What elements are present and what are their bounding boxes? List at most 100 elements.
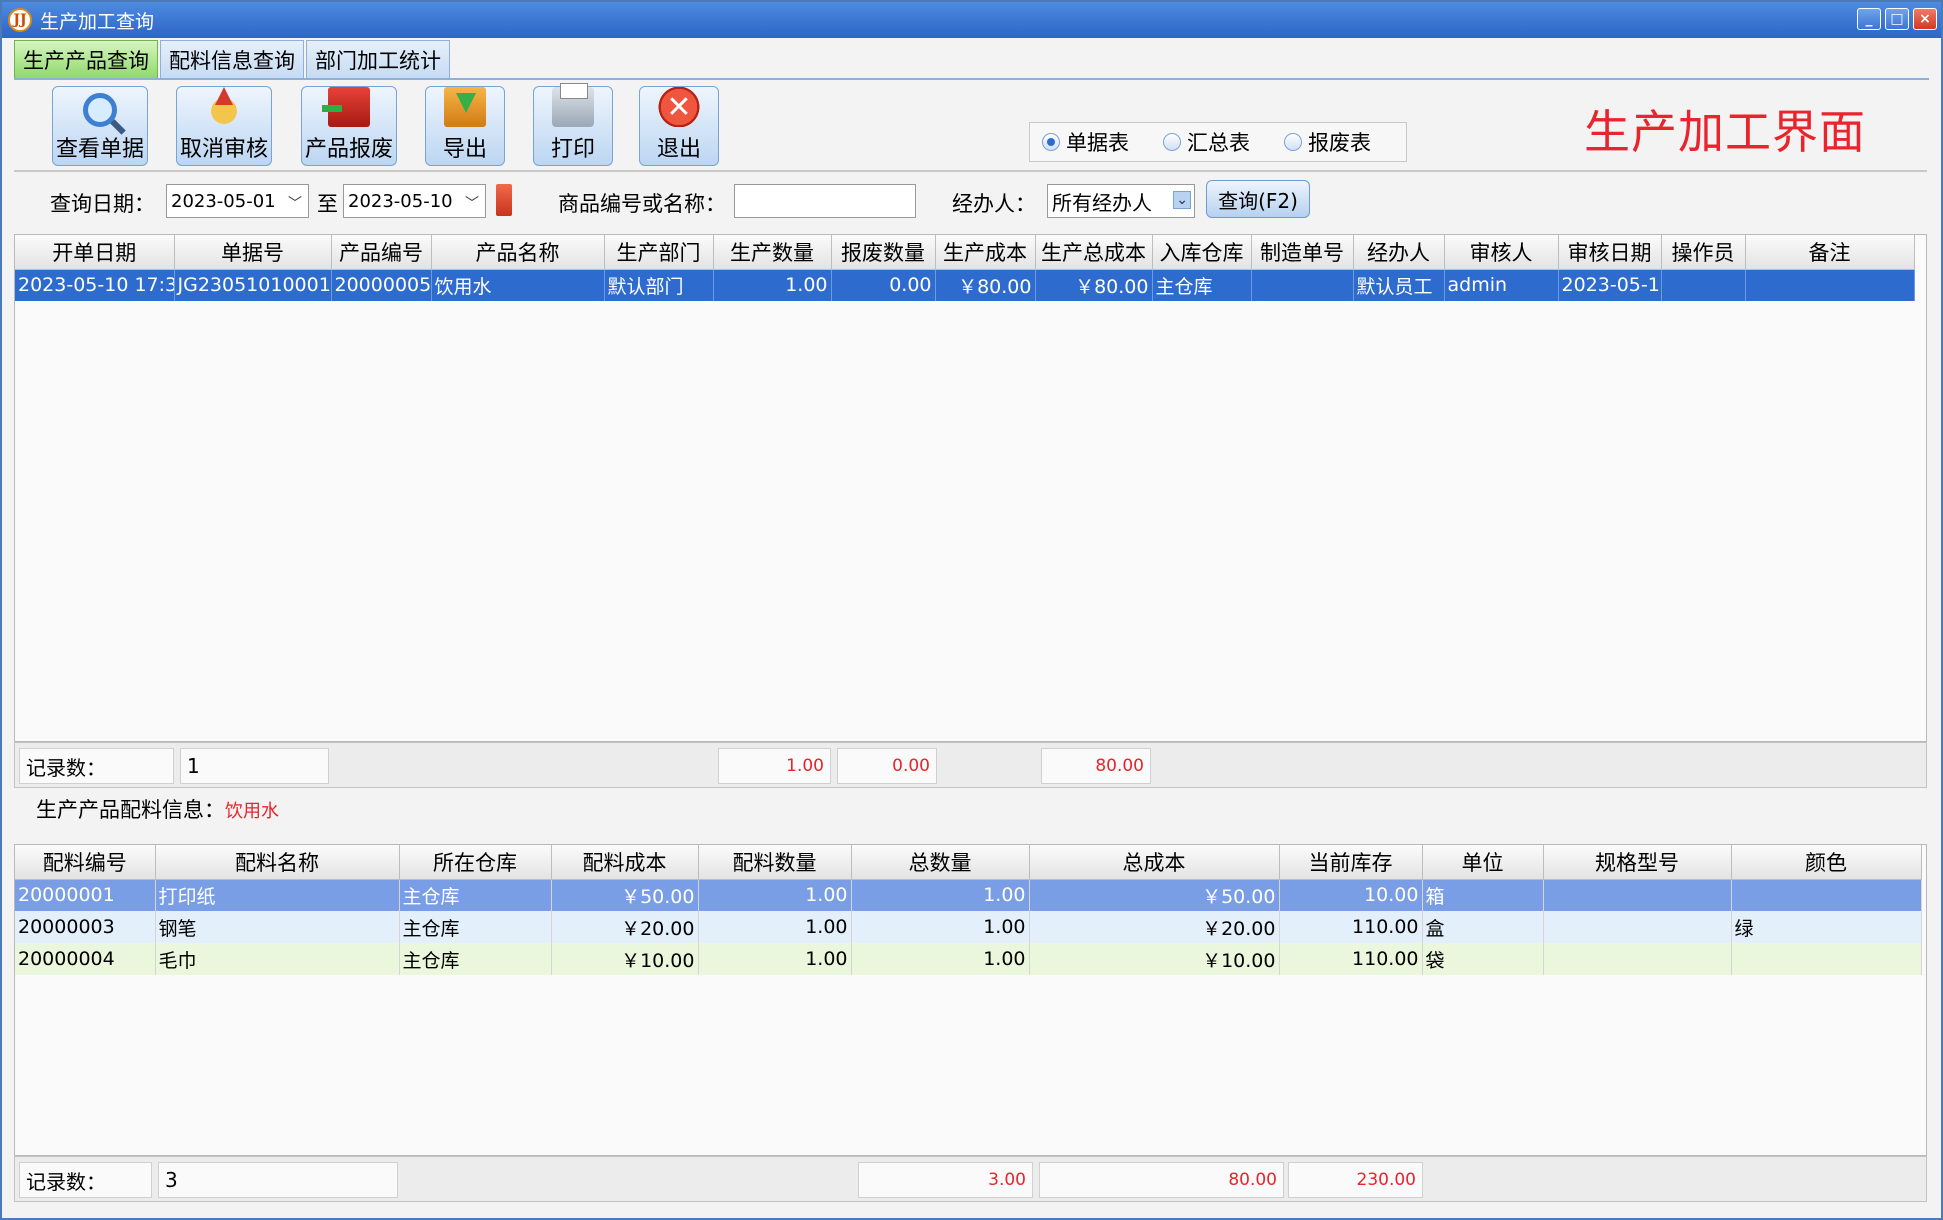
agent-value: 所有经办人: [1052, 190, 1152, 215]
radio-scrap-table[interactable]: 报废表: [1284, 127, 1371, 157]
material-header-5[interactable]: 总数量: [851, 845, 1030, 880]
date-to-picker[interactable]: 2023-05-10 ﹀: [343, 184, 486, 218]
export-icon: [444, 87, 486, 127]
main-header-5[interactable]: 生产数量: [713, 235, 832, 270]
product-label: 商品编号或名称：: [558, 192, 726, 216]
record-count-label: 记录数：: [19, 1162, 152, 1198]
main-header-1[interactable]: 单据号: [174, 235, 332, 270]
date-label: 查询日期：: [50, 192, 155, 216]
close-button[interactable]: ×: [1913, 8, 1937, 30]
exit-button[interactable]: ✕ 退出: [639, 86, 719, 166]
chevron-down-icon: ⌄: [1173, 191, 1191, 209]
material-header-8[interactable]: 单位: [1422, 845, 1544, 880]
table-cell: [1731, 879, 1922, 911]
table-cell: [1661, 269, 1746, 301]
print-button[interactable]: 打印: [533, 83, 613, 166]
tab-department-stats[interactable]: 部门加工统计: [306, 40, 450, 78]
main-header-2[interactable]: 产品编号: [331, 235, 432, 270]
main-header-14[interactable]: 操作员: [1661, 235, 1746, 270]
date-from-picker[interactable]: 2023-05-01 ﹀: [166, 184, 309, 218]
material-header-10[interactable]: 颜色: [1731, 845, 1922, 880]
calendar-icon[interactable]: [496, 184, 512, 216]
material-info-label: 生产产品配料信息：饮用水: [36, 794, 279, 824]
cancel-audit-button[interactable]: 取消审核: [176, 86, 272, 166]
export-button[interactable]: 导出: [425, 86, 505, 166]
table-row[interactable]: 2023-05-10 17:38 JG23051010001 20000005 饮用水…: [15, 269, 1915, 301]
main-header-3[interactable]: 产品名称: [431, 235, 605, 270]
main-footer: 记录数： 1 1.00 0.00 80.00: [14, 742, 1927, 788]
tab-material-query[interactable]: 配料信息查询: [160, 40, 304, 78]
table-cell: ￥50.00: [1029, 879, 1280, 911]
table-cell: ￥20.00: [551, 911, 699, 943]
print-label: 打印: [550, 137, 595, 162]
table-cell: 毛巾: [155, 943, 400, 975]
material-header-6[interactable]: 总成本: [1029, 845, 1280, 880]
total-stock: 230.00: [1288, 1162, 1423, 1198]
report-type-group: 单据表 汇总表 报废表: [1029, 122, 1407, 162]
material-header-3[interactable]: 配料成本: [551, 845, 699, 880]
material-footer: 记录数： 3 3.00 80.00 230.00: [14, 1156, 1927, 1202]
minimize-button[interactable]: _: [1857, 8, 1881, 30]
table-cell: ￥80.00: [1035, 269, 1153, 301]
main-header-11[interactable]: 经办人: [1353, 235, 1445, 270]
query-bar: 查询日期： 2023-05-01 ﹀ 至 2023-05-10 ﹀ 商品编号或名…: [14, 174, 1927, 228]
date-from-value: 2023-05-01: [171, 190, 276, 212]
app-window: JJ 生产加工查询 _ □ × 生产产品查询 配料信息查询 部门加工统计 查看单…: [0, 0, 1943, 1220]
agent-select[interactable]: 所有经办人 ⌄: [1047, 184, 1195, 218]
radio-document-table[interactable]: 单据表: [1042, 127, 1129, 157]
material-header-0[interactable]: 配料编号: [15, 845, 156, 880]
main-header-15[interactable]: 备注: [1745, 235, 1915, 270]
product-search-input[interactable]: [734, 184, 916, 218]
maximize-button[interactable]: □: [1885, 8, 1909, 30]
tab-divider: [14, 78, 1929, 80]
table-cell: 1.00: [698, 879, 852, 911]
main-header-4[interactable]: 生产部门: [604, 235, 714, 270]
product-scrap-button[interactable]: 产品报废: [301, 86, 397, 166]
table-cell: 箱: [1422, 879, 1544, 911]
main-header-10[interactable]: 制造单号: [1251, 235, 1354, 270]
total-cost: 80.00: [1039, 1162, 1284, 1198]
table-cell: 20000001: [15, 879, 156, 911]
radio-label: 报废表: [1308, 131, 1371, 155]
material-table-grid: 配料编号 配料名称 所在仓库 配料成本 配料数量 总数量 总成本 当前库存 单位 规格型号 颜色 20…: [15, 845, 1922, 975]
cancel-audit-icon: [203, 87, 245, 127]
main-header-0[interactable]: 开单日期: [15, 235, 175, 270]
radio-label: 汇总表: [1187, 131, 1250, 155]
record-count-value: 1: [180, 748, 329, 784]
agent-label: 经办人：: [952, 192, 1036, 216]
table-cell: [1251, 269, 1354, 301]
table-cell: [1731, 943, 1922, 975]
table-cell: ￥20.00: [1029, 911, 1280, 943]
search-button[interactable]: 查询(F2): [1206, 180, 1310, 218]
tab-strip: 生产产品查询 配料信息查询 部门加工统计: [14, 40, 450, 78]
app-logo-icon: JJ: [8, 8, 32, 32]
table-row[interactable]: 20000004 毛巾 主仓库 ￥10.00 1.00 1.00 ￥10.00 110.00 袋: [15, 943, 1922, 975]
material-info-product: 饮用水: [225, 801, 279, 822]
main-header-12[interactable]: 审核人: [1444, 235, 1559, 270]
main-header-6[interactable]: 报废数量: [831, 235, 936, 270]
material-header-1[interactable]: 配料名称: [155, 845, 400, 880]
main-header-8[interactable]: 生产总成本: [1035, 235, 1153, 270]
view-document-button[interactable]: 查看单据: [52, 86, 148, 166]
tab-product-query[interactable]: 生产产品查询: [14, 40, 158, 78]
table-cell: [1543, 879, 1732, 911]
table-cell: 主仓库: [1152, 269, 1252, 301]
table-cell: 主仓库: [399, 879, 552, 911]
main-header-13[interactable]: 审核日期: [1558, 235, 1662, 270]
radio-summary-table[interactable]: 汇总表: [1163, 127, 1250, 157]
table-row[interactable]: 20000001 打印纸 主仓库 ￥50.00 1.00 1.00 ￥50.00 10.00 箱: [15, 879, 1922, 911]
main-header-9[interactable]: 入库仓库: [1152, 235, 1252, 270]
main-header-7[interactable]: 生产成本: [935, 235, 1036, 270]
material-header-7[interactable]: 当前库存: [1279, 845, 1423, 880]
table-cell: 110.00: [1279, 943, 1423, 975]
export-label: 导出: [442, 137, 487, 162]
table-cell: 1.00: [851, 879, 1030, 911]
material-header-4[interactable]: 配料数量: [698, 845, 852, 880]
material-header-9[interactable]: 规格型号: [1543, 845, 1732, 880]
table-cell: [1745, 269, 1915, 301]
material-header-2[interactable]: 所在仓库: [399, 845, 552, 880]
total-production-cost: 80.00: [1041, 748, 1151, 784]
chevron-down-icon: ﹀: [465, 196, 479, 212]
table-cell: 钢笔: [155, 911, 400, 943]
table-row[interactable]: 20000003 钢笔 主仓库 ￥20.00 1.00 1.00 ￥20.00 110.00 盒…: [15, 911, 1922, 943]
